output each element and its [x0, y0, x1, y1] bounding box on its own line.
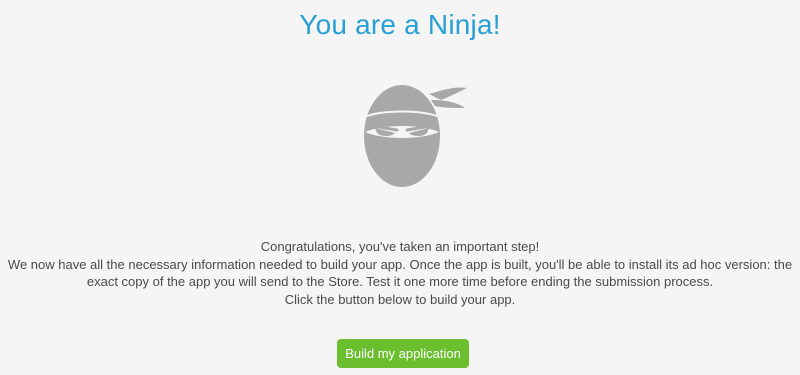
message-line: exact copy of the app you will send to t… — [86, 274, 714, 289]
page-title: You are a Ninja! — [299, 9, 501, 40]
congratulations-message: Congratulations, you've taken an importa… — [0, 238, 800, 308]
message-line: Click the button below to build your app… — [284, 291, 516, 307]
message-line: Congratulations, you've taken an importa… — [260, 239, 540, 254]
message-line: We now have all the necessary informatio… — [7, 256, 793, 272]
ninja-icon — [355, 80, 470, 190]
page: You are a Ninja! Congratulations, you've… — [0, 0, 800, 375]
build-application-button[interactable]: Build my application — [337, 339, 469, 368]
